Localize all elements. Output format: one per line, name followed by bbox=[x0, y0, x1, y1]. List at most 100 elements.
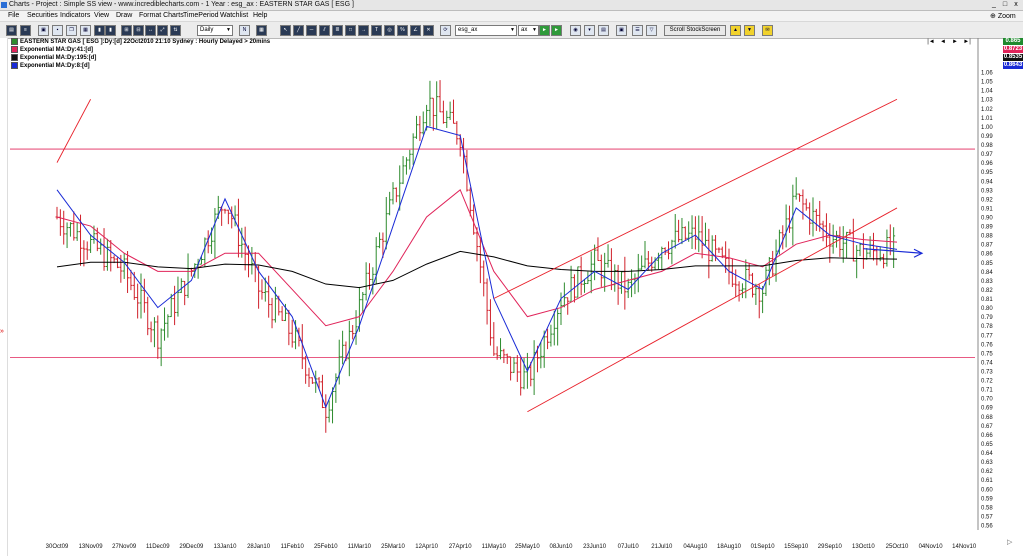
x-tick-label: 13Jan10 bbox=[213, 544, 237, 550]
y-tick-label: 0.81 bbox=[981, 297, 993, 303]
ohlc-bar bbox=[858, 242, 862, 257]
ohlc-bar bbox=[320, 374, 324, 409]
ohlc-bar bbox=[499, 338, 503, 360]
y-tick-label: 0.66 bbox=[981, 433, 993, 439]
y-tick-label: 0.96 bbox=[981, 161, 993, 167]
ohlc-bar bbox=[683, 226, 687, 241]
ohlc-bar bbox=[163, 307, 167, 341]
ohlc-bar bbox=[512, 357, 516, 373]
ohlc-bar bbox=[226, 209, 230, 225]
y-tick-label: 0.89 bbox=[981, 225, 993, 231]
trend-line[interactable] bbox=[56, 99, 91, 163]
y-tick-label: 0.83 bbox=[981, 279, 993, 285]
y-tick-label: 0.85 bbox=[981, 261, 993, 267]
ohlc-bar bbox=[596, 237, 600, 262]
checkbox-icon[interactable] bbox=[11, 46, 18, 53]
ohlc-bar bbox=[603, 252, 607, 292]
x-tick-label: 14Nov10 bbox=[952, 544, 977, 550]
ohlc-bar bbox=[636, 253, 640, 293]
ohlc-bar bbox=[613, 264, 617, 292]
x-tick-label: 25Feb10 bbox=[314, 544, 338, 550]
ohlc-bar bbox=[609, 248, 613, 291]
x-tick-label: 13Nov09 bbox=[79, 544, 104, 550]
legend-item-ema8[interactable]: Exponential MA:Dy:8:[d] bbox=[11, 62, 270, 70]
checkbox-icon[interactable] bbox=[11, 62, 18, 69]
ohlc-bar bbox=[710, 235, 714, 262]
y-tick-label: 0.76 bbox=[981, 342, 993, 348]
legend-item-ema195[interactable]: Exponential MA:Dy:195:[d] bbox=[11, 54, 270, 62]
ohlc-bar bbox=[89, 234, 93, 253]
ohlc-bar bbox=[62, 210, 66, 245]
ohlc-bar bbox=[861, 233, 865, 269]
y-tick-label: 0.65 bbox=[981, 442, 993, 448]
ohlc-bar bbox=[740, 283, 744, 299]
y-tick-label: 0.69 bbox=[981, 406, 993, 412]
price-chart[interactable]: 1.06 1.05 1.04 1.03 1.02 1.01 1.00 0.99 0.98 0.97… bbox=[0, 0, 1023, 556]
ohlc-bar bbox=[583, 278, 587, 293]
ohlc-bar bbox=[260, 279, 264, 300]
ohlc-bar bbox=[677, 219, 681, 243]
y-tick-label: 0.82 bbox=[981, 288, 993, 294]
y-tick-label: 0.88 bbox=[981, 234, 993, 240]
x-tick-label: 11Dec09 bbox=[146, 544, 170, 550]
ohlc-bar bbox=[72, 211, 76, 241]
ohlc-bar bbox=[838, 226, 842, 257]
ohlc-bar bbox=[485, 278, 489, 325]
price-box-ema195: 0.8535 bbox=[1003, 54, 1023, 61]
legend-item-security[interactable]: EASTERN STAR GAS [ ESG ]:Dy:[d] 22Oct201… bbox=[11, 38, 270, 46]
ohlc-bar bbox=[223, 208, 227, 214]
ohlc-bar bbox=[751, 272, 755, 298]
ohlc-bar bbox=[122, 253, 126, 279]
ohlc-bar bbox=[804, 198, 808, 211]
ohlc-bar bbox=[58, 209, 62, 236]
arrow-line[interactable] bbox=[863, 248, 923, 254]
y-tick-label: 0.59 bbox=[981, 496, 993, 502]
y-tick-label: 0.90 bbox=[981, 216, 993, 222]
y-tick-label: 0.68 bbox=[981, 415, 993, 421]
scroll-right-icon[interactable]: ▷ bbox=[1007, 539, 1013, 546]
trend-line[interactable] bbox=[493, 98, 898, 299]
x-tick-label: 11Mar10 bbox=[348, 544, 372, 550]
ohlc-bar bbox=[579, 256, 583, 296]
ohlc-bar bbox=[482, 260, 486, 297]
ohlc-bar bbox=[841, 226, 845, 263]
y-tick-label: 0.77 bbox=[981, 333, 993, 339]
y-tick-label: 1.02 bbox=[981, 107, 993, 113]
ohlc-bar bbox=[549, 324, 553, 347]
nav-next-button[interactable]: ► bbox=[949, 39, 961, 45]
checkbox-icon[interactable] bbox=[11, 38, 18, 45]
ohlc-bar bbox=[82, 240, 86, 267]
ohlc-bar bbox=[186, 253, 190, 299]
y-tick-label: 0.78 bbox=[981, 324, 993, 330]
nav-prev-button[interactable]: ◄ bbox=[937, 39, 949, 45]
ohlc-bar bbox=[179, 278, 183, 294]
checkbox-icon[interactable] bbox=[11, 54, 18, 61]
ma-series-line-2 bbox=[56, 125, 898, 409]
ohlc-bar bbox=[391, 182, 395, 205]
ohlc-bar bbox=[418, 115, 422, 142]
ohlc-bar bbox=[697, 215, 701, 253]
nav-last-button[interactable]: ►| bbox=[961, 39, 973, 45]
x-tick-label: 01Sep10 bbox=[751, 544, 776, 550]
ohlc-bar bbox=[243, 226, 247, 271]
ohlc-bar bbox=[105, 238, 109, 271]
y-tick-label: 0.97 bbox=[981, 152, 993, 158]
ohlc-bar bbox=[734, 269, 738, 298]
y-tick-label: 0.56 bbox=[981, 524, 993, 530]
nav-first-button[interactable]: |◄ bbox=[925, 39, 937, 45]
ohlc-bar bbox=[824, 213, 828, 247]
x-tick-label: 04Nov10 bbox=[919, 544, 944, 550]
ohlc-bar bbox=[532, 340, 536, 395]
y-tick-label: 1.05 bbox=[981, 80, 993, 86]
ohlc-bar bbox=[364, 262, 368, 301]
ohlc-bar bbox=[401, 156, 405, 185]
ohlc-bar bbox=[670, 239, 674, 265]
ohlc-bar bbox=[327, 400, 331, 423]
ohlc-bar bbox=[502, 348, 506, 364]
x-tick-label: 25Oct10 bbox=[886, 544, 909, 550]
ohlc-bar bbox=[270, 297, 274, 329]
y-tick-label: 0.73 bbox=[981, 370, 993, 376]
ohlc-bar bbox=[693, 216, 697, 250]
ohlc-bar bbox=[761, 286, 765, 314]
legend-item-ema41[interactable]: Exponential MA:Dy:41:[d] bbox=[11, 46, 270, 54]
